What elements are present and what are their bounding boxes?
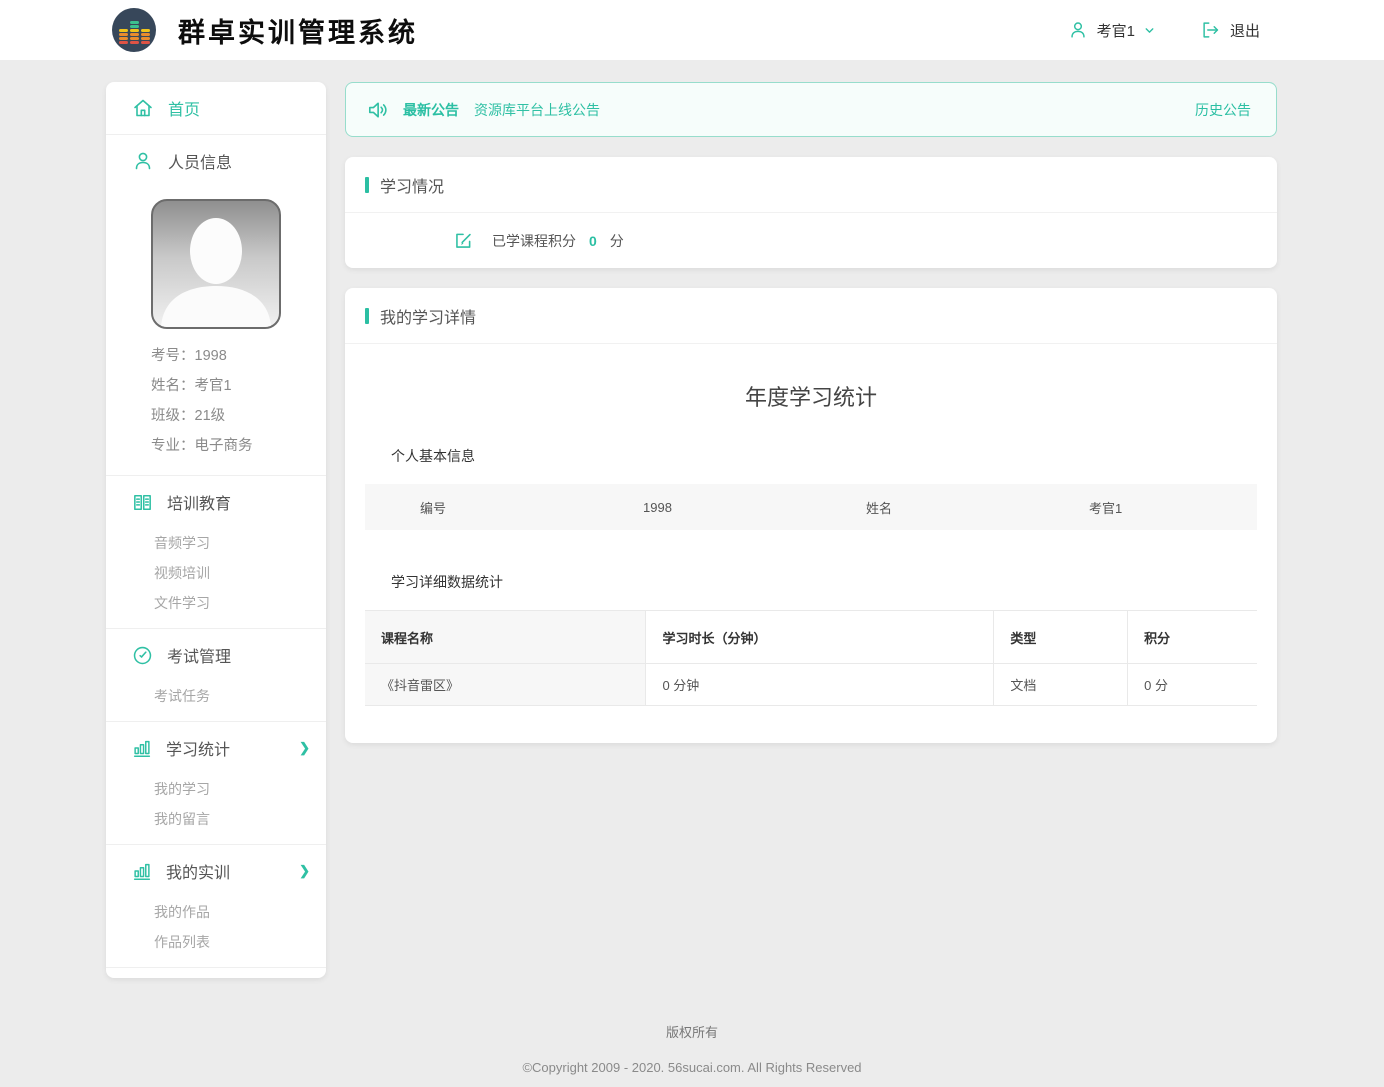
column-header-duration: 学习时长（分钟） (646, 611, 994, 664)
sidebar-item-label: 学习统计 (166, 736, 230, 760)
latest-announcement-label: 最新公告 (403, 100, 459, 120)
column-header-type: 类型 (994, 611, 1128, 664)
table-row: 《抖音雷区》 0 分钟 文档 0 分 (365, 664, 1257, 706)
profile-line-class: 班级：21级 (151, 401, 326, 431)
basic-info-label: 个人基本信息 (391, 446, 1257, 466)
accent-bar (365, 308, 369, 324)
sidebar-item-label: 培训教育 (167, 490, 231, 514)
app-logo-icon (112, 8, 156, 52)
table-header-row: 课程名称 学习时长（分钟） 类型 积分 (365, 611, 1257, 664)
copyright-en: ©Copyright 2009 - 2020. 56sucai.com. All… (0, 1060, 1384, 1075)
user-menu[interactable]: 考官1 (1067, 19, 1156, 41)
user-icon (1067, 19, 1089, 41)
column-header-course: 课程名称 (365, 611, 646, 664)
sidebar-subitem-my-study[interactable]: 我的学习 (106, 774, 326, 804)
copyright-cn: 版权所有 (0, 1022, 1384, 1041)
card-title: 学习情况 (380, 173, 444, 197)
logout-button[interactable]: 退出 (1200, 19, 1260, 41)
info-key-name: 姓名 (811, 498, 1034, 517)
card-title: 我的学习详情 (380, 304, 476, 328)
score-value: 0 (589, 233, 597, 249)
sidebar-item-my-practice[interactable]: 我的实训 ❯ (106, 845, 326, 897)
cell-course-name: 《抖音雷区》 (365, 664, 646, 706)
study-score-row: 已学课程积分 0 分 (345, 213, 1277, 268)
sidebar-item-label: 首页 (168, 96, 200, 120)
detail-table-label: 学习详细数据统计 (391, 572, 1257, 592)
history-announcement-link[interactable]: 历史公告 (1195, 100, 1251, 120)
sidebar-item-study-statistics[interactable]: 学习统计 ❯ (106, 722, 326, 774)
announcement-bar: 最新公告 资源库平台上线公告 历史公告 (345, 82, 1277, 137)
user-name: 考官1 (1097, 20, 1135, 41)
card-header: 学习情况 (345, 157, 1277, 213)
profile-line-major: 专业：电子商务 (151, 431, 326, 461)
avatar (151, 199, 281, 329)
edit-icon (453, 230, 474, 251)
profile-line-name: 姓名：考官1 (151, 371, 326, 401)
sidebar: 首页 人员信息 考号：1998 姓名：考官1 班级：21级 专业：电子商务 (106, 82, 326, 978)
sidebar-item-label: 我的实训 (166, 859, 230, 883)
divider (106, 967, 326, 968)
cell-duration: 0 分钟 (646, 664, 994, 706)
sidebar-item-profile[interactable]: 人员信息 (106, 135, 326, 187)
accent-bar (365, 177, 369, 193)
column-header-score: 积分 (1128, 611, 1257, 664)
top-header: 群卓实训管理系统 考官1 退出 (0, 0, 1384, 60)
info-value-name: 考官1 (1034, 498, 1257, 517)
report-title: 年度学习统计 (365, 380, 1257, 412)
home-icon (131, 96, 155, 120)
info-value-id: 1998 (588, 500, 811, 515)
book-icon (131, 491, 154, 514)
bar-chart-icon (131, 860, 153, 882)
logout-icon (1200, 19, 1222, 41)
sidebar-item-label: 考试管理 (167, 643, 231, 667)
cell-type: 文档 (994, 664, 1128, 706)
study-detail-card: 我的学习详情 年度学习统计 个人基本信息 编号 1998 姓名 考官1 学习详细… (345, 288, 1277, 743)
profile-line-examno: 考号：1998 (151, 341, 326, 371)
sidebar-item-training[interactable]: 培训教育 (106, 476, 326, 528)
score-unit: 分 (610, 231, 624, 251)
bar-chart-icon (131, 737, 153, 759)
score-label: 已学课程积分 (492, 231, 576, 251)
sidebar-subitem-audio-study[interactable]: 音频学习 (106, 528, 326, 558)
study-detail-table: 课程名称 学习时长（分钟） 类型 积分 《抖音雷区》 0 分钟 文档 0 分 (365, 610, 1257, 706)
sidebar-subitem-exam-task[interactable]: 考试任务 (106, 681, 326, 711)
info-key-id: 编号 (365, 498, 588, 517)
profile-info: 考号：1998 姓名：考官1 班级：21级 专业：电子商务 (106, 329, 326, 475)
sidebar-subitem-works-list[interactable]: 作品列表 (106, 927, 326, 957)
speaker-icon (366, 97, 392, 123)
sidebar-subitem-my-works[interactable]: 我的作品 (106, 897, 326, 927)
sidebar-subitem-video-training[interactable]: 视频培训 (106, 558, 326, 588)
clock-icon (131, 644, 154, 667)
cell-score: 0 分 (1128, 664, 1257, 706)
card-header: 我的学习详情 (345, 288, 1277, 344)
sidebar-subitem-my-messages[interactable]: 我的留言 (106, 804, 326, 834)
chevron-down-icon (1143, 24, 1156, 37)
app-title: 群卓实训管理系统 (178, 11, 418, 50)
chevron-right-icon: ❯ (299, 740, 310, 756)
basic-info-row: 编号 1998 姓名 考官1 (365, 484, 1257, 530)
brand: 群卓实训管理系统 (112, 8, 418, 52)
announcement-link[interactable]: 资源库平台上线公告 (474, 100, 600, 120)
page-footer: 版权所有 ©Copyright 2009 - 2020. 56sucai.com… (0, 1022, 1384, 1087)
study-status-card: 学习情况 已学课程积分 0 分 (345, 157, 1277, 268)
chevron-right-icon: ❯ (299, 863, 310, 879)
sidebar-item-exam-management[interactable]: 考试管理 (106, 629, 326, 681)
sidebar-item-label: 人员信息 (168, 149, 232, 173)
logout-label: 退出 (1230, 20, 1260, 41)
sidebar-subitem-file-study[interactable]: 文件学习 (106, 588, 326, 618)
sidebar-item-home[interactable]: 首页 (106, 82, 326, 134)
person-icon (131, 149, 155, 173)
